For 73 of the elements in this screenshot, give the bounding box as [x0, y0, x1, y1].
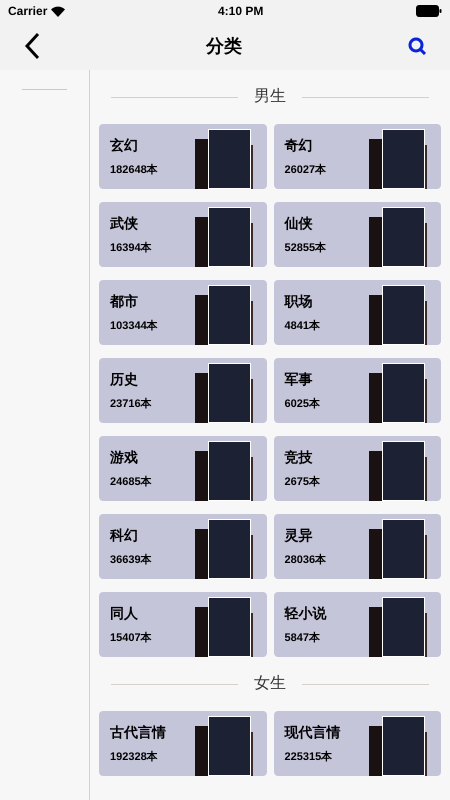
book-count: 24685本 — [110, 474, 153, 490]
book-count: 16394本 — [110, 240, 153, 256]
category-name: 玄幻 — [110, 136, 139, 155]
book-count: 182648本 — [110, 162, 159, 178]
book-count: 6025本 — [284, 396, 321, 412]
book-count: 2675本 — [284, 474, 321, 490]
category-card[interactable]: 军事 6025本 — [274, 358, 441, 423]
book-covers-drawing — [194, 716, 252, 776]
book-count: 4841本 — [284, 318, 321, 334]
category-name: 灵异 — [284, 526, 314, 545]
category-card[interactable]: 都市 103344本 — [99, 280, 266, 345]
book-count: 52855本 — [284, 240, 328, 256]
book-count: 5847本 — [284, 630, 321, 646]
book-count: 15407本 — [110, 630, 153, 646]
book-covers-drawing — [369, 207, 427, 267]
wifi-icon — [51, 6, 66, 16]
category-name: 同人 — [110, 604, 139, 623]
search-icon[interactable] — [408, 37, 426, 55]
category-card[interactable]: 职场 4841本 — [274, 280, 441, 345]
category-name: 军事 — [284, 370, 314, 389]
book-count: 192328本 — [110, 750, 159, 765]
section-title: 女生 — [254, 674, 286, 694]
book-count: 28036本 — [284, 552, 328, 568]
carrier-label: Carrier — [8, 3, 48, 20]
back-icon[interactable] — [24, 32, 40, 60]
category-card[interactable]: 游戏 24685本 — [99, 436, 266, 501]
category-name: 仙侠 — [284, 214, 314, 233]
book-covers-drawing — [369, 519, 427, 579]
category-card[interactable]: 轻小说 5847本 — [274, 592, 441, 657]
book-covers-drawing — [369, 716, 427, 776]
category-name: 游戏 — [110, 448, 139, 467]
category-card[interactable]: 同人 15407本 — [99, 592, 266, 657]
category-card[interactable]: 玄幻 182648本 — [99, 124, 266, 189]
book-covers-drawing — [194, 129, 252, 189]
category-card[interactable]: 现代言情 225315本 — [274, 711, 441, 776]
book-covers-drawing — [369, 441, 427, 501]
category-name: 古代言情 — [110, 722, 167, 742]
book-covers-drawing — [194, 519, 252, 579]
book-covers-drawing — [194, 207, 252, 267]
book-covers-drawing — [369, 129, 427, 189]
battery-icon — [416, 5, 442, 17]
category-card[interactable]: 竞技 2675本 — [274, 436, 441, 501]
book-count: 103344本 — [110, 318, 159, 334]
category-name: 科幻 — [110, 526, 139, 545]
book-count: 225315本 — [284, 750, 334, 765]
book-count: 23716本 — [110, 396, 153, 412]
category-card[interactable]: 古代言情 192328本 — [99, 711, 266, 776]
section-title: 男生 — [254, 86, 286, 107]
category-name: 历史 — [110, 370, 139, 389]
category-name: 竞技 — [284, 448, 314, 467]
category-name: 都市 — [110, 292, 139, 311]
category-name: 职场 — [284, 292, 314, 311]
book-covers-drawing — [369, 285, 427, 345]
status-time: 4:10 PM — [218, 3, 264, 20]
book-covers-drawing — [369, 597, 427, 657]
book-covers-drawing — [194, 441, 252, 501]
book-count: 36639本 — [110, 552, 153, 568]
page-title: 分类 — [206, 34, 242, 58]
category-name: 现代言情 — [284, 722, 342, 742]
category-card[interactable]: 科幻 36639本 — [99, 514, 266, 579]
book-covers-drawing — [369, 363, 427, 423]
book-count: 26027本 — [284, 162, 328, 178]
category-card[interactable]: 历史 23716本 — [99, 358, 266, 423]
category-card[interactable]: 仙侠 52855本 — [274, 202, 441, 267]
book-covers-drawing — [194, 285, 252, 345]
category-name: 轻小说 — [284, 604, 328, 623]
book-covers-drawing — [194, 363, 252, 423]
category-name: 武侠 — [110, 214, 139, 233]
category-card[interactable]: 武侠 16394本 — [99, 202, 266, 267]
category-name: 奇幻 — [284, 136, 314, 155]
category-card[interactable]: 奇幻 26027本 — [274, 124, 441, 189]
category-card[interactable]: 灵异 28036本 — [274, 514, 441, 579]
book-covers-drawing — [194, 597, 252, 657]
